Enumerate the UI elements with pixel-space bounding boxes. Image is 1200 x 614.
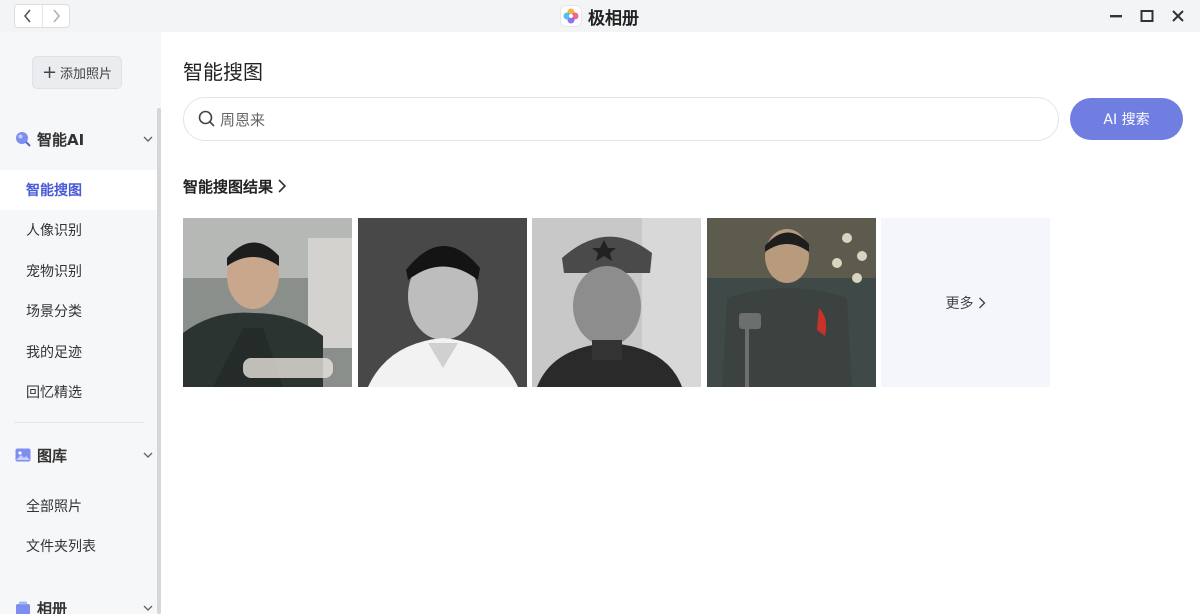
more-label: 更多 <box>945 295 974 312</box>
back-icon <box>24 9 31 23</box>
app-name: 极相册 <box>588 8 639 29</box>
add-photo-button[interactable]: + 添加照片 <box>32 56 122 89</box>
maximize-button[interactable] <box>1135 4 1159 28</box>
sidebar-divider <box>14 422 144 423</box>
page-title: 智能搜图 <box>183 60 263 84</box>
history-nav <box>14 4 70 28</box>
search-box[interactable] <box>183 97 1059 141</box>
section-label: 相册 <box>37 599 68 614</box>
title-bar: 极相册 <box>0 0 1200 32</box>
result-photo[interactable] <box>183 218 352 387</box>
sidebar-scrollbar[interactable] <box>157 108 161 614</box>
add-photo-label: 添加照片 <box>60 67 113 82</box>
sidebar-item-scene-classification[interactable]: 场景分类 <box>0 291 157 331</box>
section-label: 智能AI <box>37 130 85 149</box>
forward-button[interactable] <box>41 5 70 27</box>
minimize-button[interactable] <box>1104 4 1128 28</box>
sidebar-item-smart-search[interactable]: 智能搜图 <box>0 170 157 210</box>
more-results-button[interactable]: 更多 <box>881 218 1050 387</box>
chevron-right-icon <box>978 297 985 308</box>
gallery-icon <box>14 446 32 464</box>
app-title: 极相册 <box>560 3 639 29</box>
album-icon <box>14 599 32 614</box>
sidebar-item-my-footprints[interactable]: 我的足迹 <box>0 332 157 372</box>
close-button[interactable] <box>1166 4 1190 28</box>
search-input[interactable] <box>220 110 1020 128</box>
section-gallery[interactable]: 图库 <box>14 443 154 467</box>
section-albums[interactable]: 相册 <box>14 596 154 614</box>
ai-sparkle-icon <box>14 130 32 148</box>
search-icon <box>198 110 215 127</box>
result-photo[interactable] <box>358 218 527 387</box>
sidebar-item-pet-recognition[interactable]: 宠物识别 <box>0 251 157 291</box>
minimize-icon <box>1110 15 1122 18</box>
sidebar-item-folder-list[interactable]: 文件夹列表 <box>0 526 157 566</box>
results-heading[interactable]: 智能搜图结果 <box>183 174 287 198</box>
chevron-down-icon <box>142 449 154 461</box>
chevron-down-icon <box>142 133 154 145</box>
section-label: 图库 <box>37 446 68 465</box>
close-icon <box>1172 10 1184 22</box>
sidebar-item-all-photos[interactable]: 全部照片 <box>0 486 157 526</box>
chevron-right-icon <box>278 179 287 193</box>
forward-icon <box>53 9 60 23</box>
plus-icon: + <box>41 61 58 83</box>
app-logo-icon <box>560 5 582 27</box>
results-heading-label: 智能搜图结果 <box>183 177 274 196</box>
sidebar: + 添加照片 智能AI 智能搜图 人像识别 宠物识别 场景分类 我的足迹 回忆精… <box>0 32 161 614</box>
sidebar-item-face-recognition[interactable]: 人像识别 <box>0 210 157 250</box>
back-button[interactable] <box>15 5 42 27</box>
chevron-down-icon <box>142 602 154 614</box>
result-photo[interactable] <box>707 218 876 387</box>
maximize-icon <box>1140 10 1154 22</box>
section-smart-ai[interactable]: 智能AI <box>14 127 154 151</box>
result-photo[interactable] <box>532 218 701 387</box>
sidebar-item-memories[interactable]: 回忆精选 <box>0 372 157 412</box>
ai-search-button[interactable]: AI 搜索 <box>1070 98 1183 140</box>
